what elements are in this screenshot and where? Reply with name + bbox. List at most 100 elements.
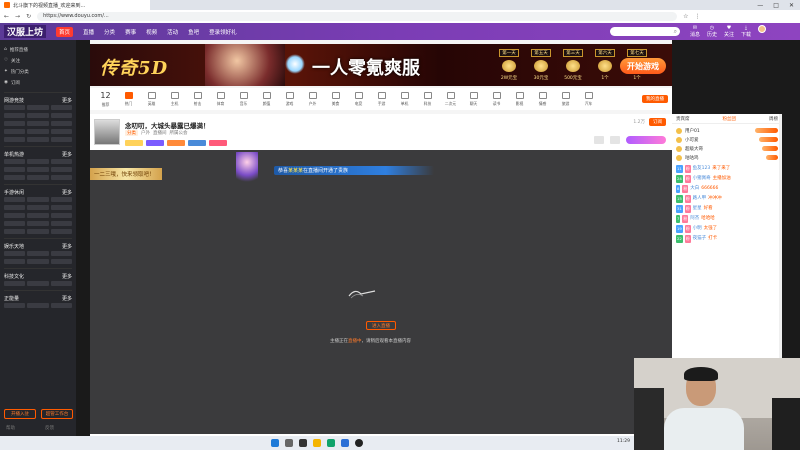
maximize-button[interactable]: □ — [773, 2, 779, 9]
nav-activity[interactable]: 活动 — [167, 28, 178, 36]
search-input[interactable]: ⌕ — [609, 27, 680, 36]
back-icon[interactable]: ← — [4, 13, 9, 20]
sidebar-grid[interactable] — [4, 281, 72, 286]
more-link[interactable]: 更多 — [62, 97, 72, 104]
tab-fans[interactable]: 粉丝团 — [723, 116, 737, 122]
noble-pill[interactable] — [626, 136, 666, 144]
category-item[interactable]: 聊天 — [462, 91, 485, 107]
room-guild[interactable]: 所属公会 — [170, 130, 188, 136]
tip-highlight[interactable]: 直播中 — [348, 339, 362, 344]
chat-message[interactable]: 11 粉鱼友123 来了来了 — [672, 164, 782, 174]
enter-live-button[interactable]: 进入直播 — [366, 321, 396, 330]
close-button[interactable]: ✕ — [789, 2, 794, 9]
start-broadcast-button[interactable]: 开播入驻 — [4, 409, 36, 419]
sidebar-grid[interactable] — [4, 303, 72, 308]
category-item[interactable]: 旅游 — [554, 91, 577, 107]
rank-row[interactable]: 小可爱 — [676, 135, 778, 144]
badge[interactable] — [146, 140, 164, 146]
admin-button[interactable]: 超管工作台 — [41, 409, 73, 419]
sidebar-item-recommend[interactable]: ⌂ 推荐直播 — [4, 44, 72, 55]
minimize-button[interactable]: — — [757, 2, 763, 9]
download-icon[interactable]: ⤓ 下载 — [741, 25, 751, 38]
more-link[interactable]: 更多 — [62, 151, 72, 158]
sidebar-grid[interactable] — [4, 105, 72, 142]
badge[interactable] — [167, 140, 185, 146]
chat-message[interactable]: 31 粉星星 好看 — [672, 204, 782, 214]
category-item[interactable]: 单机 — [393, 91, 416, 107]
more-link[interactable]: 更多 — [62, 243, 72, 250]
chat-message[interactable]: 22 粉夜猫子 打卡 — [672, 234, 782, 244]
rank-row[interactable]: 超级大哥 — [676, 144, 778, 153]
taskview-icon[interactable] — [299, 439, 307, 447]
my-live-button[interactable]: 我的直播 — [642, 95, 668, 103]
category-item[interactable]: 主机 — [163, 91, 186, 107]
follow-icon[interactable]: ♥ 关注 — [724, 25, 734, 38]
nav-category[interactable]: 分类 — [104, 28, 115, 36]
category-item[interactable]: 科技 — [416, 91, 439, 107]
category-item[interactable]: 情感 — [531, 91, 554, 107]
category-item[interactable]: 颜值 — [255, 91, 278, 107]
category-item[interactable]: 电竞 — [347, 91, 370, 107]
star-icon[interactable]: ☆ — [683, 13, 688, 20]
category-item[interactable]: 英雄 — [140, 91, 163, 107]
game-ad-banner[interactable]: 传奇5D 一人零氪爽服 第一天 2W元宝 第五天 30元宝 第三天 500元宝 第六天… — [90, 44, 672, 86]
category-item[interactable]: 手游 — [370, 91, 393, 107]
clock[interactable]: 11:29 — [617, 439, 630, 444]
start-game-button[interactable]: 开始游戏 — [620, 58, 666, 74]
sidebar-item-sub[interactable]: ◉ 订阅 — [4, 77, 72, 88]
badge[interactable] — [125, 140, 143, 146]
category-item[interactable]: 读书 — [485, 91, 508, 107]
edge-icon[interactable] — [341, 439, 349, 447]
sidebar-item-hot[interactable]: ✦ 热门分类 — [4, 66, 72, 77]
category-item[interactable]: 音乐 — [232, 91, 255, 107]
user-avatar[interactable] — [758, 25, 766, 33]
nav-yuba[interactable]: 鱼吧 — [188, 28, 199, 36]
badge[interactable] — [188, 140, 206, 146]
feedback-link[interactable]: 反馈 — [45, 425, 54, 431]
help-link[interactable]: 帮助 — [6, 425, 15, 431]
chat-message[interactable]: 8 粉大白 666666 — [672, 184, 782, 194]
sidebar-grid[interactable] — [4, 197, 72, 234]
more-link[interactable]: 更多 — [62, 189, 72, 196]
category-item[interactable]: 美食 — [324, 91, 347, 107]
gift-icon[interactable] — [594, 136, 604, 144]
nav-promo[interactable]: 登录领好礼 — [209, 28, 237, 36]
chat-message[interactable]: 15 粉路人甲 冲冲冲 — [672, 194, 782, 204]
room-tag[interactable]: 分类 — [125, 130, 138, 136]
noble-announcement[interactable]: 恭喜 某某某 在直播间开通了贵族 — [274, 166, 434, 175]
more-link[interactable]: 更多 — [62, 295, 72, 302]
nav-live[interactable]: 直播 — [83, 28, 94, 36]
browser-tab[interactable]: 北斗旗下的视频直播_欢迎来到... — [0, 0, 150, 10]
category-item[interactable]: 汽车 — [577, 91, 600, 107]
subscribe-button[interactable]: 订阅 — [649, 118, 666, 126]
room-category[interactable]: 户外 — [141, 130, 150, 136]
url-input[interactable]: https://www.douyu.com/... — [37, 12, 678, 21]
history-icon[interactable]: ◷ 历史 — [707, 25, 717, 38]
more-link[interactable]: 更多 — [62, 273, 72, 280]
explorer-icon[interactable] — [313, 439, 321, 447]
tab-week[interactable]: 周榜 — [769, 116, 778, 122]
message-icon[interactable]: ✉ 消息 — [690, 25, 700, 38]
category-item[interactable]: 12 推荐 — [94, 91, 117, 108]
video-player[interactable]: 一二三哦，快来领取吧！ 恭喜 某某某 在直播间开通了贵族 进入直播 主播正在直播… — [90, 150, 672, 434]
search-icon[interactable] — [285, 439, 293, 447]
sidebar-item-follow[interactable]: ♡ 关注 — [4, 55, 72, 66]
badge[interactable] — [209, 140, 227, 146]
tab-vip[interactable]: 贵宾席 — [676, 116, 690, 122]
reload-icon[interactable]: ↻ — [26, 13, 31, 20]
menu-icon[interactable]: ⋮ — [694, 13, 700, 20]
nav-video[interactable]: 视频 — [146, 28, 157, 36]
chat-message[interactable]: 7 粉阿杰 哈哈哈 — [672, 214, 782, 224]
category-item[interactable]: 游戏 — [278, 91, 301, 107]
sidebar-grid[interactable] — [4, 159, 72, 180]
rank-row[interactable]: 咕咕鸡 — [676, 153, 778, 162]
nav-match[interactable]: 赛事 — [125, 28, 136, 36]
category-item[interactable]: 体育 — [209, 91, 232, 107]
chat-message[interactable]: 24 粉小猪佩奇 主播加油 — [672, 174, 782, 184]
sidebar-grid[interactable] — [4, 251, 72, 264]
forward-icon[interactable]: → — [15, 13, 20, 20]
anchor-avatar[interactable] — [94, 119, 120, 145]
category-item[interactable]: 户外 — [301, 91, 324, 107]
nav-home[interactable]: 首页 — [56, 26, 74, 37]
start-icon[interactable] — [271, 439, 279, 447]
